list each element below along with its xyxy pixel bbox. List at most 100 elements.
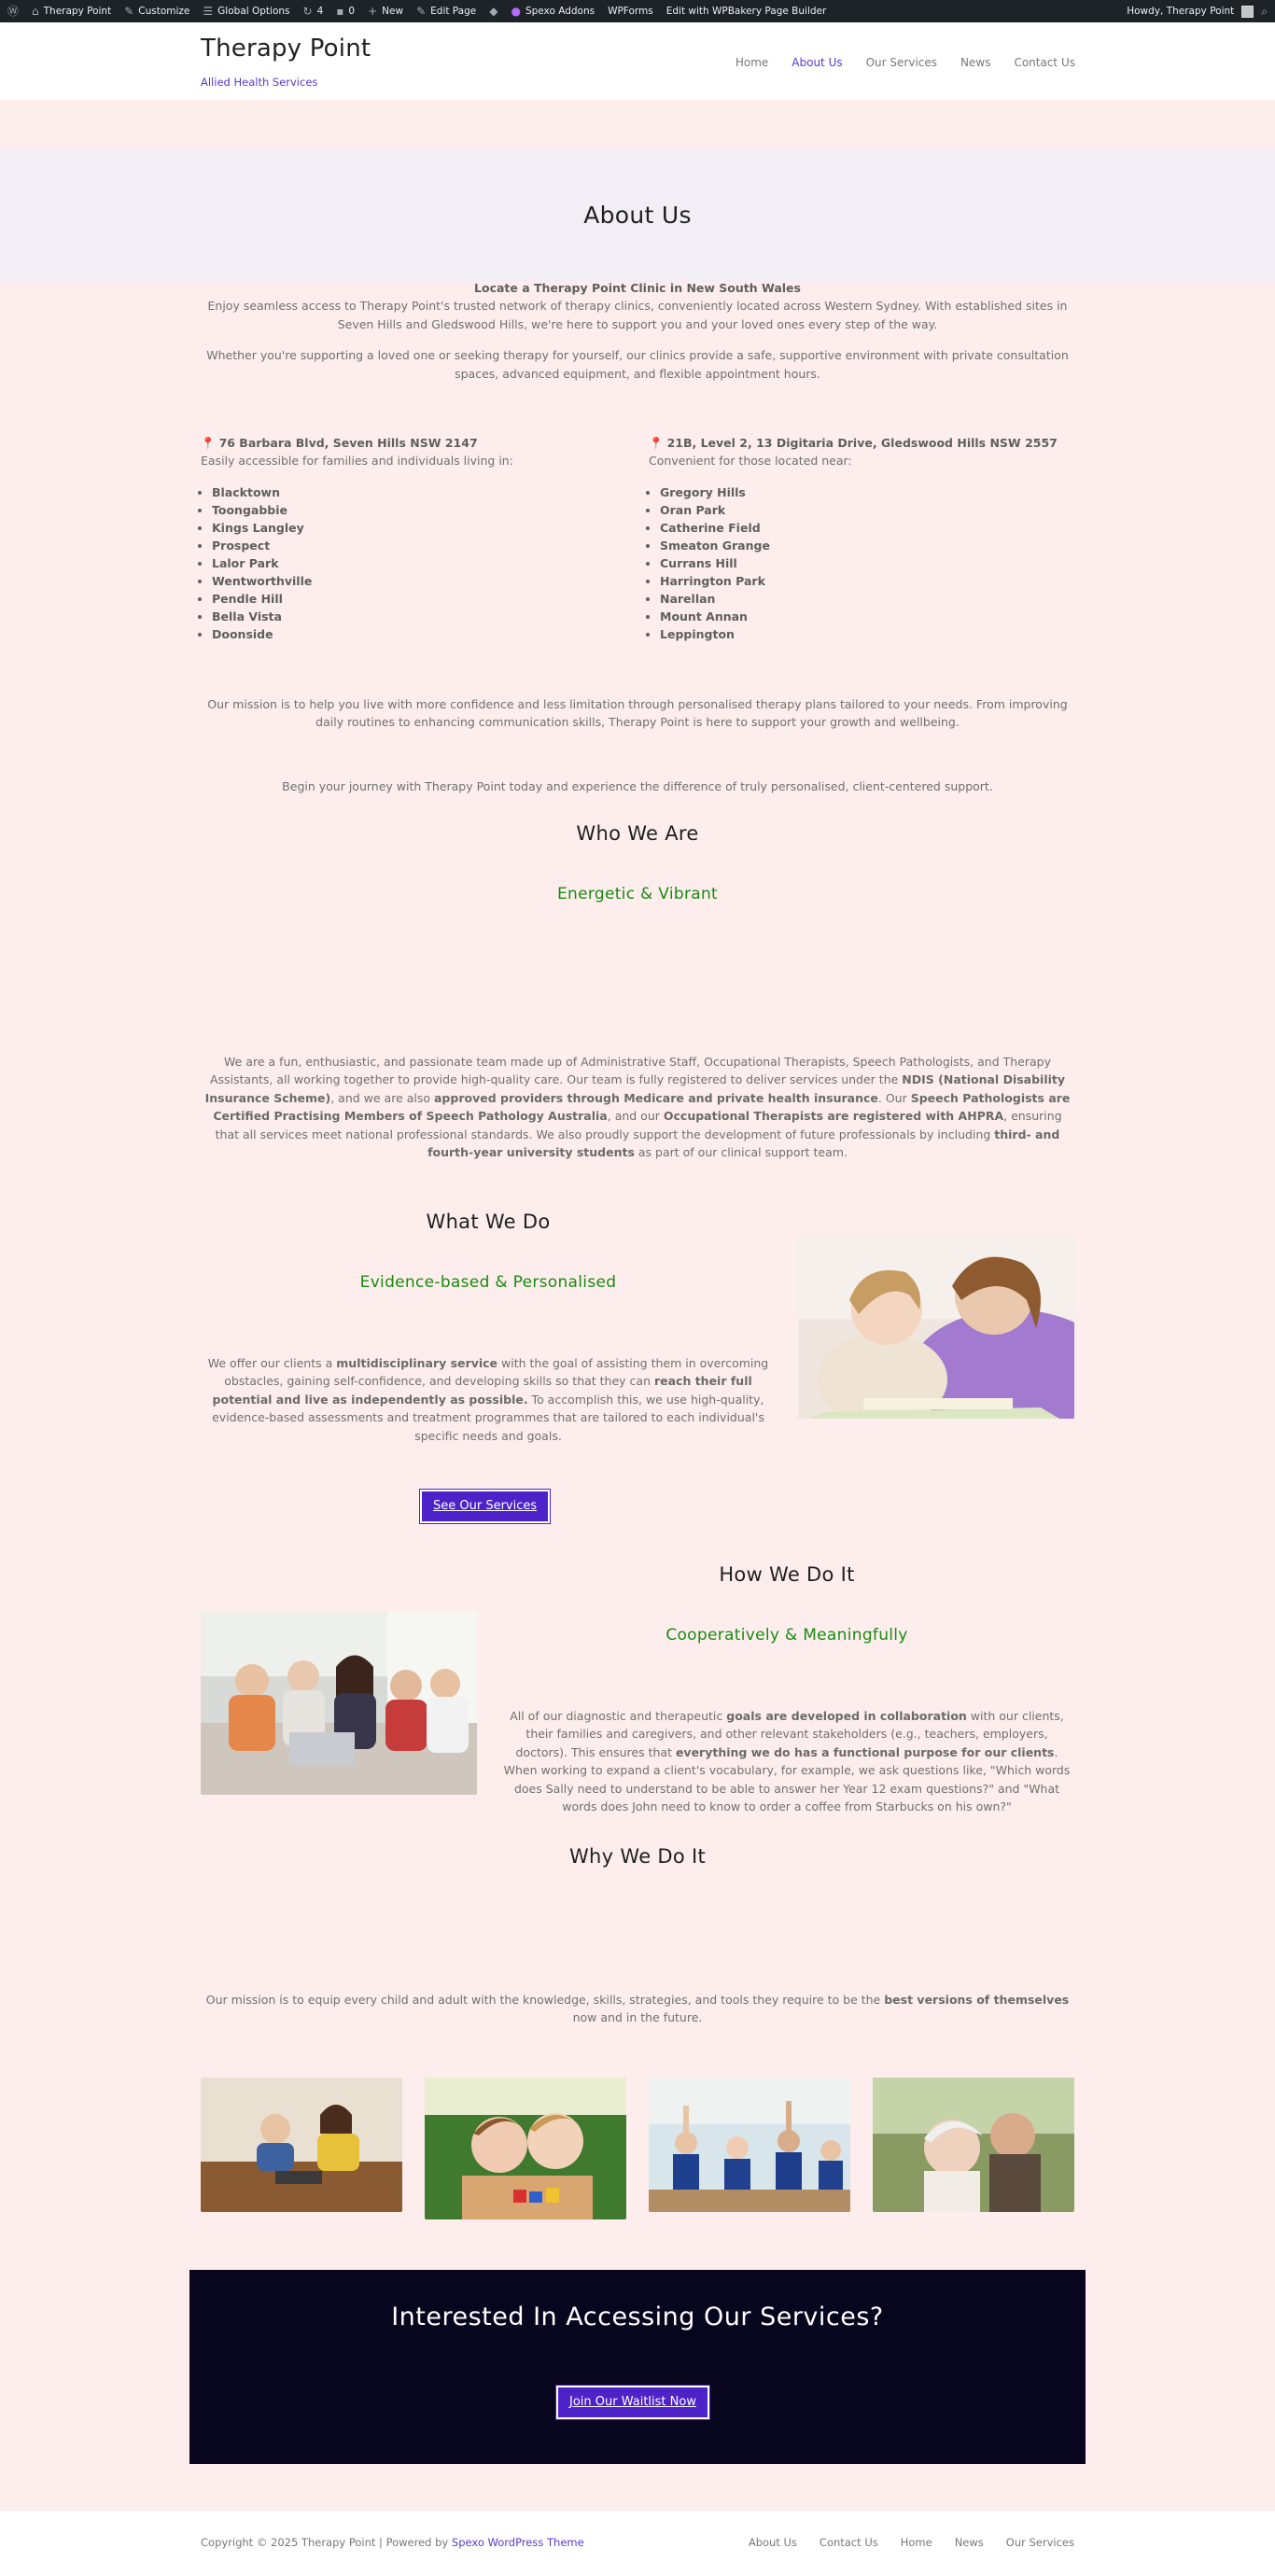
search-icon[interactable]: ⌕ xyxy=(1261,3,1268,21)
who-we-are-text: We are a fun, enthusiastic, and passiona… xyxy=(204,1055,1071,1159)
updates-icon: ↻ xyxy=(302,4,313,18)
footer-nav-home[interactable]: Home xyxy=(901,2535,932,2552)
admin-customize[interactable]: ✎ Customize xyxy=(124,3,189,21)
wordpress-logo-icon[interactable]: Ⓦ xyxy=(7,3,19,21)
intro-section: Locate a Therapy Point Clinic in New Sou… xyxy=(201,279,1074,383)
list-item: Wentworthville xyxy=(212,572,630,590)
comment-icon: ▪ xyxy=(336,4,344,18)
list-item: Oran Park xyxy=(660,501,1078,519)
list-item: Lalor Park xyxy=(212,554,630,572)
what-we-do-text: We offer our clients a multidisciplinary… xyxy=(207,1356,769,1443)
pin-icon: 📍 xyxy=(201,436,216,450)
how-we-do-it-subtitle: Cooperatively & Meaningfully xyxy=(666,1626,908,1645)
team-meeting-image xyxy=(201,1611,477,1795)
plus-icon: + xyxy=(368,4,378,18)
list-item: Gregory Hills xyxy=(660,483,1078,501)
footer-nav-about-us[interactable]: About Us xyxy=(749,2535,797,2552)
list-item: Doonside xyxy=(212,625,630,643)
list-item: Pendle Hill xyxy=(212,590,630,608)
admin-site-name[interactable]: ⌂ Therapy Point xyxy=(32,3,111,21)
footer-copyright: Copyright © 2025 Therapy Point | Powered… xyxy=(201,2536,584,2549)
gallery-image-classroom xyxy=(649,2078,850,2212)
menu-icon: ☰ xyxy=(203,4,214,18)
theme-link[interactable]: Spexo WordPress Theme xyxy=(452,2536,584,2549)
how-we-do-it-text: All of our diagnostic and therapeutic go… xyxy=(503,1709,1071,1813)
site-header: Therapy Point Allied Health Services Hom… xyxy=(0,22,1275,100)
who-we-are-subtitle: Energetic & Vibrant xyxy=(556,885,719,903)
pencil-icon: ✎ xyxy=(416,4,427,18)
spexo-icon: ● xyxy=(511,4,521,18)
cta-title: Interested In Accessing Our Services? xyxy=(391,2303,884,2331)
admin-wpforms[interactable]: WPForms xyxy=(608,4,653,19)
mother-child-reading-image xyxy=(798,1235,1074,1419)
join-waitlist-button[interactable]: Join Our Waitlist Now xyxy=(555,2384,710,2421)
location-note: Easily accessible for families and indiv… xyxy=(201,454,513,469)
location-gledswood-hills: 📍 21B, Level 2, 13 Digitaria Drive, Gled… xyxy=(649,434,1078,643)
location-address: 21B, Level 2, 13 Digitaria Drive, Gledsw… xyxy=(666,436,1058,450)
list-item: Smeaton Grange xyxy=(660,537,1078,554)
admin-wpbakery[interactable]: Edit with WPBakery Page Builder xyxy=(666,4,827,19)
footer-nav-contact-us[interactable]: Contact Us xyxy=(820,2535,878,2552)
intro-paragraph-1: Enjoy seamless access to Therapy Point's… xyxy=(207,299,1068,331)
gallery-image-boys-playing xyxy=(425,2078,626,2219)
nav-news[interactable]: News xyxy=(960,54,990,72)
list-item: Catherine Field xyxy=(660,519,1078,537)
location-address: 76 Barbara Blvd, Seven Hills NSW 2147 xyxy=(218,436,478,450)
why-we-do-it-text: Our mission is to equip every child and … xyxy=(205,1993,1070,2025)
suburb-list: Blacktown Toongabbie Kings Langley Prosp… xyxy=(212,483,630,643)
nav-our-services[interactable]: Our Services xyxy=(866,54,937,72)
brush-icon: ✎ xyxy=(124,4,134,18)
footer-nav-our-services[interactable]: Our Services xyxy=(1006,2535,1074,2552)
nav-contact-us[interactable]: Contact Us xyxy=(1014,54,1075,72)
admin-new[interactable]: + New xyxy=(368,3,403,21)
how-we-do-it-title: How We Do It xyxy=(719,1563,855,1586)
list-item: Harrington Park xyxy=(660,572,1078,590)
site-footer: Copyright © 2025 Therapy Point | Powered… xyxy=(0,2511,1275,2576)
list-item: Bella Vista xyxy=(212,608,630,625)
what-we-do-title: What We Do xyxy=(426,1211,551,1233)
list-item: Currans Hill xyxy=(660,554,1078,572)
gallery-image-cooking xyxy=(201,2078,402,2212)
home-icon: ⌂ xyxy=(32,4,39,18)
footer-nav: About Us Contact Us Home News Our Servic… xyxy=(749,2535,1074,2552)
list-item: Leppington xyxy=(660,625,1078,643)
nav-about-us[interactable]: About Us xyxy=(792,54,842,72)
admin-spexo-addons[interactable]: ● Spexo Addons xyxy=(511,3,595,21)
page-header-band: About Us xyxy=(0,149,1275,282)
admin-bar: Ⓦ ⌂ Therapy Point ✎ Customize ☰ Global Opti… xyxy=(0,0,1275,22)
list-item: Narellan xyxy=(660,590,1078,608)
location-note: Convenient for those located near: xyxy=(649,454,852,469)
nav-home[interactable]: Home xyxy=(736,54,768,72)
why-we-do-it-title: Why We Do It xyxy=(568,1845,707,1868)
diamond-icon: ◆ xyxy=(489,4,498,18)
admin-howdy[interactable]: Howdy, Therapy Point xyxy=(1127,4,1234,19)
admin-comments[interactable]: ▪ 0 xyxy=(336,3,355,21)
list-item: Prospect xyxy=(212,537,630,554)
footer-nav-news[interactable]: News xyxy=(955,2535,984,2552)
list-item: Toongabbie xyxy=(212,501,630,519)
list-item: Mount Annan xyxy=(660,608,1078,625)
intro-paragraph-2: Whether you're supporting a loved one or… xyxy=(206,348,1069,381)
cta-section: Interested In Accessing Our Services? Jo… xyxy=(189,2270,1086,2464)
see-services-wrap: See Our Services xyxy=(418,1488,552,1525)
avatar[interactable] xyxy=(1241,5,1254,18)
location-seven-hills: 📍 76 Barbara Blvd, Seven Hills NSW 2147 … xyxy=(201,434,630,643)
site-tagline: Allied Health Services xyxy=(201,76,318,89)
see-our-services-button[interactable]: See Our Services xyxy=(418,1488,552,1525)
admin-global-options[interactable]: ☰ Global Options xyxy=(203,3,289,21)
admin-updates[interactable]: ↻ 4 xyxy=(303,3,324,21)
main-nav: Home About Us Our Services News Contact … xyxy=(736,54,1075,72)
site-title[interactable]: Therapy Point xyxy=(201,30,371,67)
admin-diamond[interactable]: ◆ xyxy=(489,3,497,21)
gallery-image-elderly-couple xyxy=(873,2078,1074,2212)
pin-icon: 📍 xyxy=(649,436,664,450)
page-title: About Us xyxy=(583,201,692,229)
what-we-do-subtitle: Evidence-based & Personalised xyxy=(359,1273,617,1292)
admin-edit-page[interactable]: ✎ Edit Page xyxy=(416,3,476,21)
who-we-are-title: Who We Are xyxy=(576,822,699,845)
mission-text: Our mission is to help you live with mor… xyxy=(207,697,1068,730)
journey-text: Begin your journey with Therapy Point to… xyxy=(282,779,993,793)
list-item: Blacktown xyxy=(212,483,630,501)
list-item: Kings Langley xyxy=(212,519,630,537)
intro-heading: Locate a Therapy Point Clinic in New Sou… xyxy=(474,281,801,295)
